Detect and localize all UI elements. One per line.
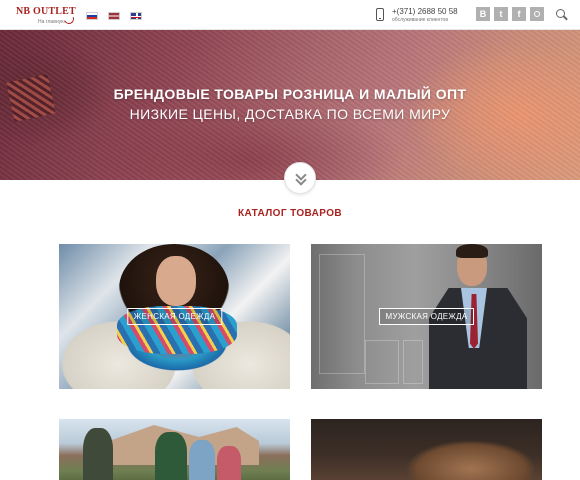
category-tile-shoes[interactable] [311, 419, 542, 480]
flag-ru-icon[interactable] [86, 12, 98, 20]
category-label-women[interactable]: ЖЕНСКАЯ ОДЕЖДА [126, 308, 223, 325]
search-icon[interactable] [556, 9, 565, 18]
logo-tagline: На главную [38, 19, 65, 25]
category-tile-men[interactable]: МУЖСКАЯ ОДЕЖДА [311, 244, 542, 389]
category-label-men[interactable]: МУЖСКАЯ ОДЕЖДА [378, 308, 475, 325]
scroll-down-button[interactable] [284, 162, 316, 194]
category-tile-kids[interactable] [59, 419, 290, 480]
photo-wall-panel [365, 340, 399, 384]
photo-face [156, 256, 196, 306]
photo-person [189, 440, 215, 480]
flag-lv-icon[interactable] [108, 12, 120, 20]
photo-wall-panel [319, 254, 365, 374]
phone-icon [376, 8, 384, 21]
hero-banner: БРЕНДОВЫЕ ТОВАРЫ РОЗНИЦА И МАЛЫЙ ОПТ НИЗ… [0, 30, 580, 180]
photo-person [155, 432, 187, 480]
hero-subtitle: НИЗКИЕ ЦЕНЫ, ДОСТАВКА ПО ВСЕМИ МИРУ [129, 106, 451, 122]
language-switcher [86, 12, 142, 20]
twitter-icon[interactable]: t [494, 7, 508, 21]
vkontakte-icon[interactable]: B [476, 7, 490, 21]
phone-number: +(371) 2688 50 58 [392, 7, 458, 16]
photo-person [217, 446, 241, 480]
catalog-title: КАТАЛОГ ТОВАРОВ [237, 208, 342, 219]
phone-caption: обслуживание клиентов [392, 17, 448, 23]
hero-texture [0, 30, 580, 180]
flag-en-icon[interactable] [130, 12, 142, 20]
page: NB OUTLET На главную +(371) 2688 50 58 о… [0, 0, 580, 480]
facebook-icon[interactable]: f [512, 7, 526, 21]
photo-wall-panel [403, 340, 423, 384]
photo-person [83, 428, 113, 480]
category-tile-women[interactable]: ЖЕНСКАЯ ОДЕЖДА [59, 244, 290, 389]
social-links: B t f [476, 7, 544, 21]
site-header: NB OUTLET На главную +(371) 2688 50 58 о… [0, 0, 580, 30]
logo[interactable]: NB OUTLET На главную [16, 6, 76, 28]
hero-title: БРЕНДОВЫЕ ТОВАРЫ РОЗНИЦА И МАЛЫЙ ОПТ [113, 86, 467, 102]
photo-hair [456, 244, 488, 258]
instagram-icon[interactable] [530, 7, 544, 21]
